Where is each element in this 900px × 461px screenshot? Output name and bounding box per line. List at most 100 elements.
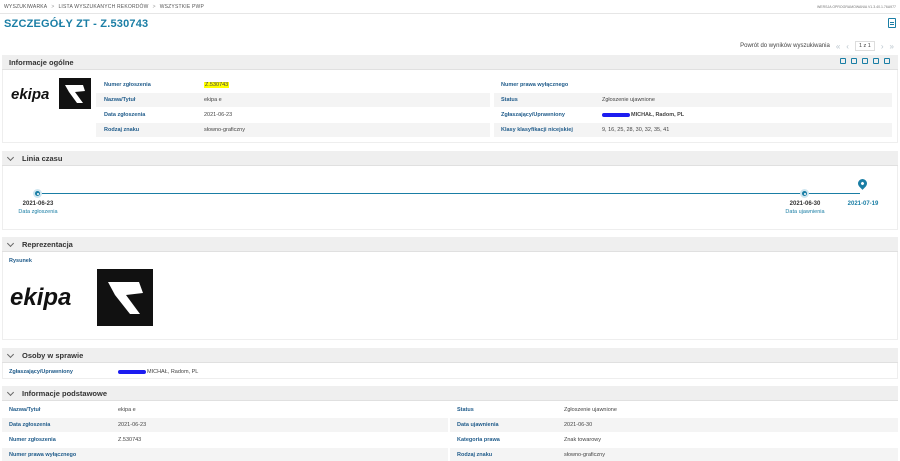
emblem-logo [59, 78, 91, 109]
representation-emblem[interactable] [97, 269, 153, 326]
representation-emblem-image [108, 282, 143, 314]
field-label: Status [501, 97, 518, 103]
timeline-caption: Data zgłoszenia [18, 209, 58, 215]
timeline-axis [37, 193, 860, 194]
general-row-applicant: Zgłaszający/Uprawniony MICHAŁ, Radom, PL [494, 108, 892, 122]
general-row-title: Nazwa/Tytuł ekipa e [96, 93, 490, 107]
section-title-representation: Reprezentacja [22, 239, 73, 249]
svg-text:ekipa: ekipa [11, 86, 49, 103]
field-label: Zgłaszający/Uprawniony [501, 112, 565, 118]
applicant-name: MICHAŁ, Radom, PL [631, 112, 685, 118]
mail-icon[interactable] [862, 58, 868, 64]
person-value: MICHAŁ, Radom, PL [118, 369, 198, 375]
section-header-persons[interactable]: Osoby w sprawie [2, 348, 898, 363]
software-version: Wersja oprogramowania v1.3.40.1.76a977 [816, 5, 896, 9]
title-value: ekipa e [204, 97, 222, 103]
field-label: Numer zgłoszenia [9, 437, 56, 443]
field-label: Numer zgłoszenia [104, 82, 151, 88]
chevron-down-icon [6, 350, 15, 358]
basic-row-mark-type: Rodzaj znaku słowno-graficzny [450, 448, 898, 461]
breadcrumb-item-all-pwp[interactable]: WSZYSTKIE PWP [160, 4, 204, 10]
field-value: Z.530743 [118, 437, 142, 443]
record-toolbar [840, 58, 890, 64]
field-label: Rodzaj znaku [457, 452, 493, 458]
breadcrumb-separator: > [152, 3, 156, 10]
basic-row-filing-date: Data zgłoszenia 2021-06-23 [2, 418, 448, 432]
redaction-mark [602, 112, 630, 117]
general-row-nice-classes: Klasy klasyfikacji nicejskiej 9, 16, 25,… [494, 123, 892, 137]
page-title: SZCZEGÓŁY ZT - Z.530743 [4, 18, 149, 30]
breadcrumb-item-results[interactable]: LISTA WYSZUKANYCH REKORDÓW [58, 4, 148, 10]
field-value: Znak towarowy [564, 437, 601, 443]
document-icon[interactable] [888, 18, 896, 28]
basic-row-application-number: Numer zgłoszenia Z.530743 [2, 433, 448, 447]
first-page-icon[interactable]: « [836, 42, 840, 51]
wordmark-logo: ekipa [9, 83, 55, 105]
chevron-down-icon [6, 153, 15, 161]
basic-row-publication-date: Data ujawnienia 2021-06-30 [450, 418, 898, 432]
field-value: ekipa e [118, 407, 136, 413]
section-header-basic[interactable]: Informacje podstawowe [2, 386, 898, 401]
timeline-date: 2021-06-30 [789, 201, 821, 207]
field-label: Numer prawa wyłącznego [9, 452, 77, 458]
field-label: Nazwa/Tytuł [104, 97, 136, 103]
view-icon[interactable] [851, 58, 857, 64]
status-value: Zgłoszenie ujawnione [602, 97, 655, 103]
person-name: MICHAŁ, Radom, PL [147, 369, 199, 375]
back-to-results-link[interactable]: Powrót do wyników wyszukiwania [740, 43, 830, 49]
field-value: słowno-graficzny [564, 452, 605, 458]
nice-classes-value: 9, 16, 25, 28, 30, 32, 35, 41 [602, 127, 670, 133]
edit-icon[interactable] [840, 58, 846, 64]
field-label: Data zgłoszenia [104, 112, 146, 118]
section-title-basic: Informacje podstawowe [22, 388, 108, 398]
field-label: Klasy klasyfikacji nicejskiej [501, 127, 573, 133]
representation-wordmark: ekipa [9, 284, 89, 312]
applicant-value: MICHAŁ, Radom, PL [602, 112, 684, 118]
basic-row-title: Nazwa/Tytuł ekipa e [2, 403, 448, 417]
wordmark-logo-image: ekipa [11, 86, 49, 103]
persons-row: Zgłaszający/Uprawniony MICHAŁ, Radom, PL [2, 365, 898, 379]
field-label: Data ujawnienia [457, 422, 499, 428]
save-icon[interactable] [884, 58, 890, 64]
field-label: Data zgłoszenia [9, 422, 51, 428]
section-header-general[interactable]: Informacje ogólne [2, 55, 898, 70]
timeline-dot-publication[interactable] [800, 189, 809, 198]
general-row-status: Status Zgłoszenie ujawnione [494, 93, 892, 107]
result-pager: Powrót do wyników wyszukiwania « ‹ 1 z 1… [740, 41, 894, 51]
timeline-dot-filing[interactable] [33, 189, 42, 198]
next-page-icon[interactable]: › [881, 42, 884, 51]
field-value: 2021-06-23 [118, 422, 147, 428]
representation-wordmark-image: ekipa [10, 284, 71, 311]
field-label: Rodzaj znaku [104, 127, 140, 133]
field-value: Zgłoszenie ujawnione [564, 407, 617, 413]
general-row-exclusive-right: Numer prawa wyłącznego [494, 78, 892, 92]
last-page-icon[interactable]: » [890, 42, 894, 51]
page-count: 1 z 1 [854, 41, 875, 51]
field-label: Zgłaszający/Uprawniony [9, 369, 73, 375]
section-body-timeline [2, 166, 898, 230]
timeline-caption: Data ujawnienia [785, 209, 825, 215]
field-label: Kategoria prawa [457, 437, 500, 443]
section-header-representation[interactable]: Reprezentacja [2, 237, 898, 252]
basic-row-right-category: Kategoria prawa Znak towarowy [450, 433, 898, 447]
emblem-logo-image [65, 85, 85, 103]
general-row-filing-date: Data zgłoszenia 2021-06-23 [96, 108, 490, 122]
breadcrumb: WYSZUKIWARKA > LISTA WYSZUKANYCH REKORDÓ… [4, 4, 204, 10]
svg-text:ekipa: ekipa [10, 284, 71, 311]
field-label: Numer prawa wyłącznego [501, 82, 569, 88]
basic-row-status: Status Zgłoszenie ujawnione [450, 403, 898, 417]
redaction-mark [118, 369, 146, 374]
field-label: Nazwa/Tytuł [9, 407, 41, 413]
general-row-mark-type: Rodzaj znaku słowno-graficzny [96, 123, 490, 137]
timeline-date: 2021-06-23 [22, 201, 54, 207]
field-label: Status [457, 407, 474, 413]
breadcrumb-separator: > [51, 3, 55, 10]
section-header-timeline[interactable]: Linia czasu [2, 151, 898, 166]
print-icon[interactable] [873, 58, 879, 64]
filing-date-value: 2021-06-23 [204, 112, 233, 118]
application-number-value: Z.530743 [204, 82, 230, 88]
general-row-application-number: Numer zgłoszenia Z.530743 [96, 78, 490, 92]
section-title-persons: Osoby w sprawie [22, 350, 84, 360]
breadcrumb-item-search[interactable]: WYSZUKIWARKA [4, 4, 47, 10]
prev-page-icon[interactable]: ‹ [846, 42, 849, 51]
